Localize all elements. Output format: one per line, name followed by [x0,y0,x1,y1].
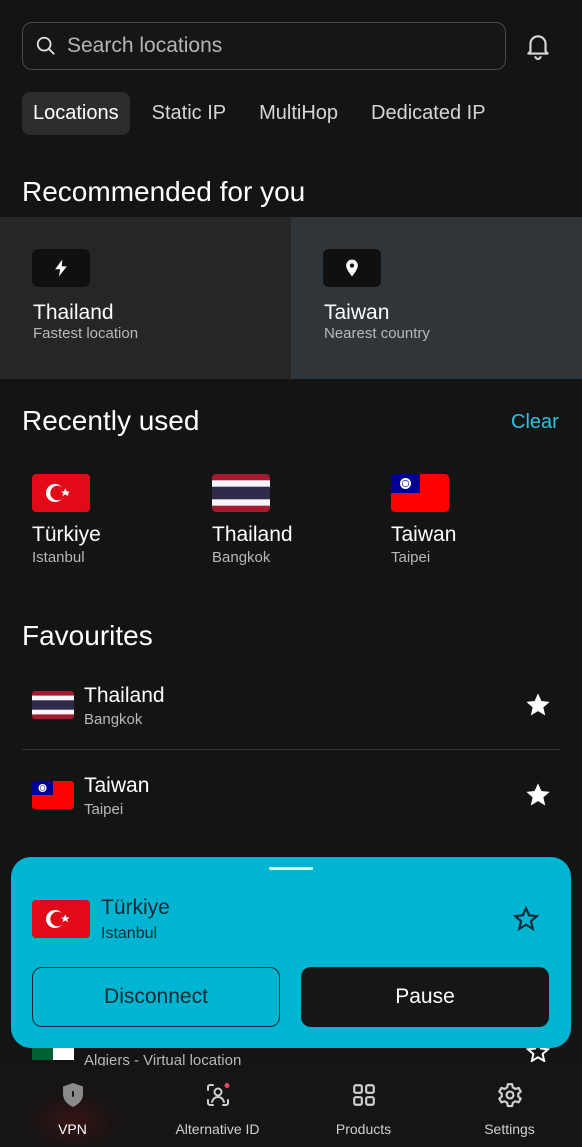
location-pin-icon [346,259,358,277]
clear-recent-button[interactable]: Clear [511,411,559,434]
bell-icon[interactable] [525,32,551,60]
disconnect-button[interactable]: Disconnect [32,967,280,1027]
divider [22,749,560,750]
taiwan-flag-icon [32,781,74,809]
favourite-name: Thailand [84,684,165,707]
connection-sheet: Türkiye Istanbul Disconnect Pause [11,857,571,1048]
recommended-name: Thailand [33,301,114,324]
favourite-name: Taiwan [84,774,150,797]
tab-locations[interactable]: Locations [22,92,130,135]
recent-name: Taiwan [391,523,457,546]
nav-label: VPN [58,1121,87,1137]
shield-icon [62,1083,83,1107]
tab-dedicated-ip[interactable]: Dedicated IP [360,92,497,135]
nav-alternative-id[interactable]: Alternative ID [145,1066,290,1147]
star-outline-icon[interactable] [513,906,539,932]
recommended-cards: Thailand Fastest location Taiwan Nearest… [0,217,582,379]
recent-sub: Istanbul [32,549,85,566]
tab-static-ip[interactable]: Static IP [141,92,237,135]
turkey-flag-icon [32,474,90,512]
connected-location-city: Istanbul [101,925,158,942]
search-bar[interactable]: Search locations [22,22,506,70]
recommended-card-nearest[interactable]: Taiwan Nearest country [291,217,582,379]
recently-used-title: Recently used [22,405,200,436]
nav-settings[interactable]: Settings [437,1066,582,1147]
taiwan-flag-icon [391,474,449,512]
star-filled-icon[interactable] [524,781,552,809]
location-tabs: Locations Static IP MultiHop Dedicated I… [22,92,508,135]
nav-label: Alternative ID [175,1121,260,1137]
star-filled-icon[interactable] [524,691,552,719]
nav-label: Products [335,1121,392,1137]
bolt-icon [55,259,67,277]
sheet-drag-handle[interactable] [269,867,313,870]
recommended-name: Taiwan [324,301,390,324]
recent-sub: Bangkok [212,549,271,566]
recent-sub: Taipei [391,549,431,566]
favourite-item-taiwan[interactable]: Taiwan Taipei [22,752,560,840]
grid-icon [352,1084,375,1106]
favourite-sub: Taipei [84,801,124,818]
pause-button[interactable]: Pause [301,967,549,1027]
recent-item-taiwan[interactable]: Taiwan Taipei [391,474,541,566]
tab-multihop[interactable]: MultiHop [248,92,349,135]
thailand-flag-icon [32,691,74,719]
connected-location-name: Türkiye [101,896,170,919]
recommended-card-fastest[interactable]: Thailand Fastest location [0,217,291,379]
recent-item-turkiye[interactable]: Türkiye Istanbul [32,474,182,566]
recent-name: Thailand [212,523,293,546]
recommended-title: Recommended for you [22,176,306,207]
turkey-flag-icon [32,900,90,938]
recent-name: Türkiye [32,523,101,546]
favourites-title: Favourites [22,620,153,651]
search-input[interactable]: Search locations [67,34,222,58]
favourite-item-thailand[interactable]: Thailand Bangkok [22,662,560,750]
search-icon [36,36,55,55]
recommended-sub: Nearest country [324,325,430,342]
recommended-sub: Fastest location [33,325,139,342]
bottom-nav: VPN Alternative ID Products Settings [0,1066,582,1147]
recent-item-thailand[interactable]: Thailand Bangkok [212,474,362,566]
alternative-id-icon [206,1083,229,1106]
nav-label: Settings [484,1121,535,1137]
thailand-flag-icon [212,474,270,512]
nav-vpn[interactable]: VPN [0,1066,145,1147]
gear-icon [497,1083,522,1108]
favourite-sub: Bangkok [84,711,143,728]
nav-products[interactable]: Products [291,1066,436,1147]
